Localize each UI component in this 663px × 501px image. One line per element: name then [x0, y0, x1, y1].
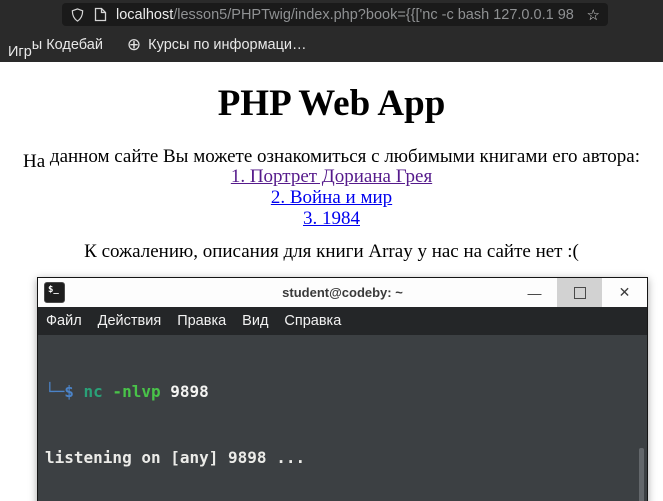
book-link-1984[interactable]: 3. 1984: [0, 208, 663, 229]
close-button[interactable]: ✕: [602, 278, 647, 307]
menu-help[interactable]: Справка: [284, 313, 341, 329]
bookmark-codeby-games-part[interactable]: Игр: [8, 44, 32, 60]
maximize-icon: [573, 286, 586, 299]
browser-toolbar: ⌂ localhost/lesson5/PHPTwig/index.php?bo…: [0, 0, 663, 28]
globe-icon: ⊕: [126, 35, 142, 54]
bookmark-infosec-courses[interactable]: Курсы по информаци…: [148, 37, 306, 53]
page-info-icon[interactable]: [94, 7, 107, 22]
terminal-window: $_ student@codeby: ~ — ✕ Файл Действия П…: [37, 277, 648, 501]
menu-actions[interactable]: Действия: [98, 313, 162, 329]
url-host: localhost: [116, 6, 174, 23]
bookmark-codeby-games[interactable]: ы Кодебай: [32, 37, 103, 53]
book-link-war-and-peace[interactable]: 2. Война и мир: [0, 187, 663, 208]
terminal-scrollbar[interactable]: [639, 448, 644, 501]
terminal-output[interactable]: └─$ nc -nlvp 9898 listening on [any] 989…: [38, 335, 647, 501]
book-link-dorian-gray[interactable]: 1. Портрет Дориана Грея: [0, 166, 663, 187]
bookmarks-bar: Игр ы Кодебай ⊕ Курсы по информаци…: [0, 28, 663, 62]
window-controls: — ✕: [512, 278, 647, 307]
bookmark-star-icon[interactable]: ☆: [587, 6, 600, 24]
menu-file[interactable]: Файл: [46, 313, 82, 329]
no-description-text: К сожалению, описания для книги Array у …: [84, 241, 579, 262]
maximize-button[interactable]: [557, 278, 602, 307]
terminal-prompt-line: └─$ nc -nlvp 9898: [45, 382, 209, 401]
terminal-titlebar[interactable]: $_ student@codeby: ~ — ✕: [38, 278, 647, 307]
shield-icon[interactable]: [70, 7, 85, 23]
menu-edit[interactable]: Правка: [177, 313, 226, 329]
intro-text: На данном сайте Вы можете ознакомиться с…: [0, 146, 663, 172]
intro-rest: данном сайте Вы можете ознакомиться с лю…: [45, 146, 640, 167]
url-path: /lesson5/PHPTwig/index.php?book={{['nc -…: [173, 6, 574, 23]
minimize-button[interactable]: —: [512, 278, 557, 307]
url-text[interactable]: localhost/lesson5/PHPTwig/index.php?book…: [116, 7, 581, 23]
terminal-menubar: Файл Действия Правка Вид Справка: [38, 307, 647, 335]
address-bar[interactable]: localhost/lesson5/PHPTwig/index.php?book…: [62, 3, 608, 26]
terminal-line: listening on [any] 9898 ...: [45, 448, 306, 467]
page-title: PHP Web App: [217, 83, 446, 124]
terminal-app-icon: $_: [44, 282, 65, 303]
home-icon[interactable]: ⌂: [0, 8, 1, 28]
book-links: 1. Портрет Дориана Грея 2. Война и мир 3…: [0, 166, 663, 229]
menu-view[interactable]: Вид: [242, 313, 268, 329]
